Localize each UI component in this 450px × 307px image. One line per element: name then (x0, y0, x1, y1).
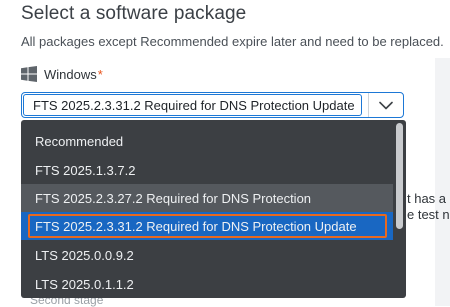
dropdown-option[interactable]: LTS 2025.0.1.1.2 (21, 270, 393, 298)
dropdown-option-label: LTS 2025.0.0.9.2 (35, 247, 134, 263)
background-text-fragment: e test ne (407, 207, 450, 222)
package-select-value[interactable]: FTS 2025.2.3.31.2 Required for DNS Prote… (23, 94, 362, 116)
dropdown-option-label: FTS 2025.2.3.27.2 Required for DNS Prote… (35, 190, 312, 206)
background-text-fragment: t has a (407, 191, 447, 206)
platform-name: Windows (44, 66, 97, 82)
package-dropdown-menu: Recommended FTS 2025.1.3.7.2 FTS 2025.2.… (21, 120, 406, 298)
package-select-toggle[interactable] (368, 93, 403, 117)
dropdown-option[interactable]: FTS 2025.1.3.7.2 (21, 156, 393, 184)
dropdown-option-label: FTS 2025.1.3.7.2 (35, 162, 136, 178)
required-marker: * (97, 66, 103, 82)
dropdown-option-selected[interactable]: FTS 2025.2.3.31.2 Required for DNS Prote… (21, 212, 393, 240)
page-title: Select a software package (21, 3, 247, 24)
dropdown-option[interactable]: LTS 2025.0.0.9.2 (21, 241, 393, 269)
dropdown-option-label: Recommended (35, 133, 124, 149)
dropdown-scrollbar-thumb[interactable] (396, 123, 403, 229)
dropdown-option[interactable]: Recommended (21, 127, 393, 155)
platform-label: Windows* (21, 65, 103, 83)
windows-icon (21, 66, 37, 82)
dropdown-option-label: FTS 2025.2.3.31.2 Required for DNS Prote… (35, 218, 357, 234)
chevron-down-icon (379, 101, 393, 109)
package-select[interactable]: FTS 2025.2.3.31.2 Required for DNS Prote… (21, 92, 404, 118)
dropdown-option[interactable]: FTS 2025.2.3.27.2 Required for DNS Prote… (21, 184, 393, 212)
page-subtitle: All packages except Recommended expire l… (21, 34, 444, 49)
side-panel (435, 58, 450, 306)
dropdown-option-label: LTS 2025.0.1.1.2 (35, 276, 134, 292)
